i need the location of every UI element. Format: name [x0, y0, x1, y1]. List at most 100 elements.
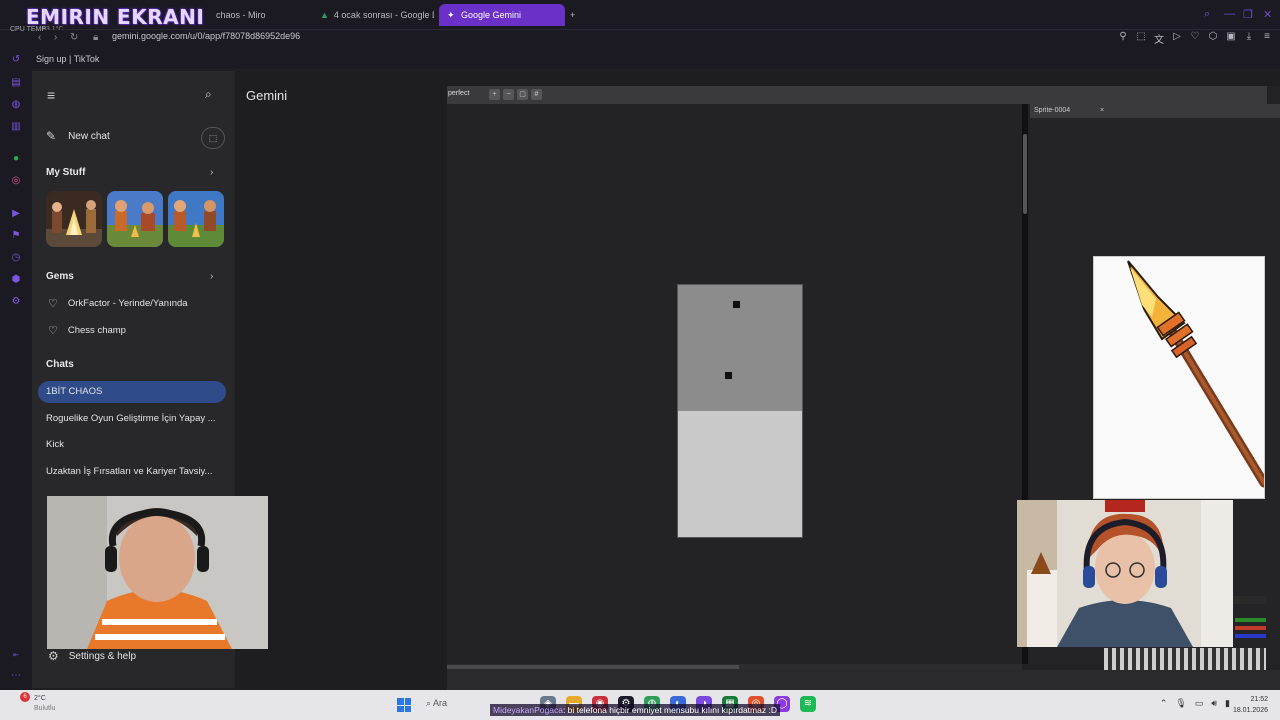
chat-text: : bi telefona hiçbir emniyet mensubu kıl… [562, 705, 777, 715]
bookmark-tiktok[interactable]: Sign up | TikTok [36, 54, 99, 64]
taskbar-clock[interactable]: 21:52 18.01.2026 [1233, 694, 1268, 716]
chat-item-uzaktan-is[interactable]: Uzaktan İş Fırsatları ve Kariyer Tavsiy.… [46, 466, 226, 477]
search-icon[interactable]: ⌕ [205, 87, 212, 102]
battery-icon[interactable]: ▮ [1225, 698, 1230, 709]
temporary-chat-button[interactable]: ⬚ [201, 127, 225, 149]
editor-toolbar-label: perfect [448, 90, 470, 97]
pin-icon[interactable]: ⚑ [10, 230, 22, 242]
my-stuff-thumbnail[interactable] [107, 191, 163, 247]
messenger-icon[interactable]: ◍ [10, 99, 22, 111]
clock-time: 21:52 [1250, 696, 1268, 703]
sprite-top-region [678, 285, 802, 411]
close-icon[interactable]: × [1100, 107, 1104, 114]
weather-temp[interactable]: 2°C [34, 695, 46, 702]
zoom-in-icon[interactable]: + [489, 89, 500, 100]
taskbar-search[interactable]: ⌕ Ara [426, 698, 447, 709]
bookmark-icon[interactable]: ⚲ [1118, 31, 1128, 46]
gem-label: OrkFactor - Yerinde/Yanında [67, 298, 188, 309]
gem-heart-icon: ♡ [48, 325, 58, 337]
fit-icon[interactable]: ▢ [517, 89, 528, 100]
sprite-bottom-region [678, 411, 802, 537]
settings-help-button[interactable]: ⚙ Settings & help [48, 649, 136, 663]
minimize-icon[interactable]: — [1224, 8, 1235, 20]
url-input[interactable]: gemini.google.com/u/0/app/f78078d86952de… [112, 31, 300, 41]
overlay-bar-widget [1104, 648, 1266, 670]
gem-heart-icon: ♡ [48, 298, 58, 310]
stream-overlay-title: EMIRIN EKRANI [26, 5, 205, 29]
gem-chess-champ[interactable]: ♡ Chess champ [48, 324, 126, 337]
clock-icon[interactable]: ◷ [10, 252, 22, 264]
collapse-icon[interactable]: ⇤ [10, 650, 22, 662]
tab-label: chaos - Miro [216, 10, 266, 20]
scrollbar-thumb[interactable] [1023, 134, 1027, 214]
lock-icon: 🔒︎ [93, 32, 99, 43]
hamburger-menu-icon[interactable]: ≡ [47, 87, 55, 103]
reload-icon[interactable]: ↻ [70, 32, 78, 43]
chat-item-roguelike[interactable]: Roguelike Oyun Geliştirme İçin Yapay ... [46, 413, 226, 424]
bookmarks-bar: ♪ Sign up | TikTok [0, 50, 1280, 70]
address-bar: ‹ › ↻ 🔒︎ gemini.google.com/u/0/app/f7807… [0, 30, 1280, 50]
scrollbar-thumb[interactable] [447, 665, 739, 669]
new-chat-label: New chat [68, 130, 110, 142]
network-icon[interactable]: ▭ [1195, 698, 1204, 709]
translate-icon[interactable]: 文 [1154, 31, 1164, 46]
maximize-icon[interactable]: ❐ [1243, 8, 1253, 21]
history-icon[interactable]: ↺ [10, 54, 22, 66]
gem-orkfactor[interactable]: ♡ OrkFactor - Yerinde/Yanında [48, 297, 188, 310]
gem-label: Chess champ [67, 325, 126, 336]
gems-heading[interactable]: Gems [46, 271, 74, 282]
screenshot-icon[interactable]: ⬚ [1136, 31, 1146, 46]
grid-icon[interactable]: # [531, 89, 542, 100]
forward-icon[interactable]: › [54, 32, 57, 43]
editor-canvas[interactable] [447, 104, 1022, 664]
screen: EMIRIN EKRANI CPU TEMP 53.1°C chaos - Mi… [0, 0, 1280, 720]
page-title: Gemini [246, 88, 288, 103]
chat-item-kick[interactable]: Kick [46, 439, 226, 450]
more-icon[interactable]: ⋯ [10, 670, 22, 682]
play-icon[interactable]: ▷ [1172, 31, 1182, 46]
tab-google-gemini[interactable]: ✦ Google Gemini [439, 4, 565, 26]
chevron-right-icon[interactable]: › [210, 167, 213, 178]
settings-rail-icon[interactable]: ⚙ [10, 296, 22, 308]
download-icon[interactable]: ⤓ [1244, 31, 1254, 46]
cube-icon[interactable]: ⬢ [10, 274, 22, 286]
spotify-icon[interactable]: ≋ [800, 696, 816, 712]
bag-icon[interactable]: ▤ [10, 77, 22, 89]
tab-miro[interactable]: chaos - Miro [208, 4, 308, 26]
close-window-icon[interactable]: ✕ [1263, 8, 1272, 21]
m-icon[interactable]: ▥ [10, 121, 22, 133]
player-icon[interactable]: ▶ [10, 208, 22, 220]
stream-overlay-widget [1233, 590, 1266, 650]
mic-icon[interactable]: 🎙︎ [1175, 698, 1186, 709]
my-stuff-thumbnail[interactable] [168, 191, 224, 247]
sprite-canvas[interactable] [677, 284, 803, 538]
chevron-right-icon[interactable]: › [210, 271, 213, 282]
search-tabs-icon[interactable]: ⌕ [1204, 8, 1210, 21]
my-stuff-thumbnail[interactable] [46, 191, 102, 247]
edit-icon: ✎ [46, 129, 57, 143]
tab-label: 4 ocak sonrası - Google D [333, 10, 434, 20]
tab-google-docs[interactable]: ▲ 4 ocak sonrası - Google D [312, 4, 434, 26]
wallet-icon[interactable]: ▣ [1226, 31, 1236, 46]
chat-item-1bit-chaos[interactable]: 1BİT CHAOS [46, 386, 226, 397]
zoom-out-icon[interactable]: − [503, 89, 514, 100]
extensions-icon[interactable]: ⬡ [1208, 31, 1218, 46]
clock-date: 18.01.2026 [1232, 707, 1268, 714]
system-tray: ⌃ 🎙︎ ▭ 🔊︎ ▮ [1160, 698, 1230, 709]
menu-icon[interactable]: ≡ [1262, 31, 1272, 46]
webcam-left [47, 496, 268, 649]
volume-icon[interactable]: 🔊︎ [1211, 698, 1217, 709]
new-tab-button[interactable]: + [566, 4, 582, 26]
webcam-right [1017, 500, 1233, 647]
chevron-up-icon[interactable]: ⌃ [1160, 698, 1168, 709]
heart-icon[interactable]: ♡ [1190, 31, 1200, 46]
new-chat-button[interactable]: ✎ New chat [46, 129, 110, 143]
instagram-icon[interactable]: ◎ [10, 175, 22, 187]
cpu-temp-label: CPU TEMP [10, 26, 47, 33]
my-stuff-heading[interactable]: My Stuff [46, 167, 85, 178]
editor-toolbar: perfect + − ▢ # [447, 86, 1267, 104]
sprite-panel-tab[interactable]: Sprite-0004 × [1030, 104, 1280, 118]
whatsapp-icon[interactable]: ● [10, 153, 22, 165]
windows-start-icon[interactable] [397, 698, 411, 712]
back-icon[interactable]: ‹ [38, 32, 41, 43]
